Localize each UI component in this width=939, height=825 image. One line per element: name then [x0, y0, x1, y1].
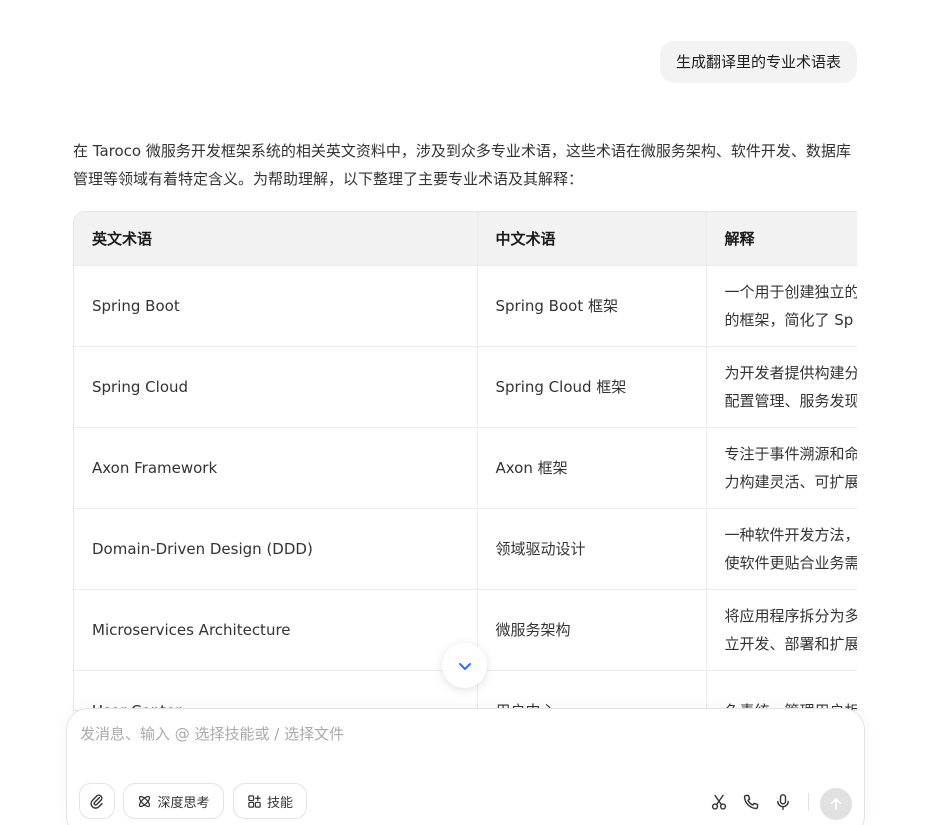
cell-explanation: 专注于事件溯源和命 力构建灵活、可扩展	[706, 427, 858, 509]
scroll-to-bottom-button[interactable]	[442, 643, 487, 688]
chat-page: 生成翻译里的专业术语表 在 Taroco 微服务开发框架系统的相关英文资料中，涉…	[0, 0, 939, 825]
grid-plus-icon	[248, 794, 261, 808]
explanation-line: 一个用于创建独立的	[724, 282, 858, 301]
explanation-line: 为开发者提供构建分	[724, 363, 858, 382]
send-button[interactable]	[820, 788, 852, 820]
paperclip-icon	[90, 794, 103, 809]
screenshot-button[interactable]	[710, 793, 728, 811]
cell-explanation: 负责统一管理用户相	[706, 670, 857, 710]
header-explanation: 解释	[706, 212, 857, 266]
cell-chinese-term: Spring Cloud 框架	[477, 346, 707, 428]
cell-explanation: 一个用于创建独立的 的框架，简化了 Sp	[706, 265, 858, 347]
header-english-term: 英文术语	[74, 212, 478, 266]
cell-english-term: Microservices Architecture	[74, 589, 478, 671]
toolbar-divider	[808, 793, 809, 811]
scissors-icon	[711, 794, 727, 810]
cell-english-term: User Center	[74, 670, 478, 710]
explanation-line: 使软件更贴合业务需	[724, 553, 858, 572]
explanation-line: 的框架，简化了 Sp	[724, 310, 854, 329]
user-message-bubble: 生成翻译里的专业术语表	[659, 41, 857, 83]
message-composer: 深度思考 技能	[66, 708, 865, 825]
table-row: Spring Cloud Spring Cloud 框架 为开发者提供构建分 配…	[74, 346, 858, 428]
table-header-row: 英文术语 中文术语 解释	[74, 212, 857, 266]
explanation-line: 一种软件开发方法，	[724, 525, 858, 544]
cell-explanation: 一种软件开发方法， 使软件更贴合业务需	[706, 508, 858, 590]
answer-intro: 在 Taroco 微服务开发框架系统的相关英文资料中，涉及到众多专业术语，这些术…	[73, 142, 851, 188]
cell-english-term: Spring Cloud	[74, 346, 478, 428]
table-row: Domain-Driven Design (DDD) 领域驱动设计 一种软件开发…	[74, 508, 858, 590]
cell-chinese-term: 用户中心	[477, 670, 707, 710]
attach-file-button[interactable]	[79, 783, 115, 819]
explanation-line: 专注于事件溯源和命	[724, 444, 858, 463]
cell-english-term: Axon Framework	[74, 427, 478, 509]
voice-input-button[interactable]	[774, 793, 792, 811]
explanation-line: 立开发、部署和扩展	[724, 634, 858, 653]
cell-explanation: 为开发者提供构建分 配置管理、服务发现	[706, 346, 858, 428]
cell-english-term: Spring Boot	[74, 265, 478, 347]
skills-button[interactable]: 技能	[233, 783, 307, 819]
explanation-line: 配置管理、服务发现	[724, 391, 858, 410]
skills-label: 技能	[266, 795, 293, 811]
explanation-line: 将应用程序拆分为多	[724, 606, 858, 625]
deep-think-button[interactable]: 深度思考	[123, 783, 224, 819]
phone-icon	[743, 794, 759, 810]
cell-english-term: Domain-Driven Design (DDD)	[74, 508, 478, 590]
deep-think-label: 深度思考	[157, 795, 210, 811]
terms-table-container[interactable]: 英文术语 中文术语 解释 Spring Boot Spring Boot 框架 …	[73, 211, 857, 711]
user-message-text: 生成翻译里的专业术语表	[675, 53, 841, 71]
cell-explanation: 将应用程序拆分为多 立开发、部署和扩展	[706, 589, 858, 671]
cell-chinese-term: 领域驱动设计	[477, 508, 707, 590]
table-row: Spring Boot Spring Boot 框架 一个用于创建独立的 的框架…	[74, 265, 858, 347]
explanation-line: 力构建灵活、可扩展	[724, 472, 858, 491]
table-row: Axon Framework Axon 框架 专注于事件溯源和命 力构建灵活、可…	[74, 427, 858, 509]
cell-chinese-term: 微服务架构	[477, 589, 707, 671]
chevron-down-icon	[458, 662, 471, 670]
header-chinese-term: 中文术语	[477, 212, 707, 266]
voice-call-button[interactable]	[742, 793, 760, 811]
atom-icon	[139, 795, 151, 807]
microphone-icon	[777, 794, 789, 810]
cell-chinese-term: Spring Boot 框架	[477, 265, 707, 347]
message-input[interactable]	[80, 725, 840, 743]
arrow-up-icon	[830, 798, 842, 810]
cell-chinese-term: Axon 框架	[477, 427, 707, 509]
terms-table: 英文术语 中文术语 解释 Spring Boot Spring Boot 框架 …	[74, 212, 858, 710]
